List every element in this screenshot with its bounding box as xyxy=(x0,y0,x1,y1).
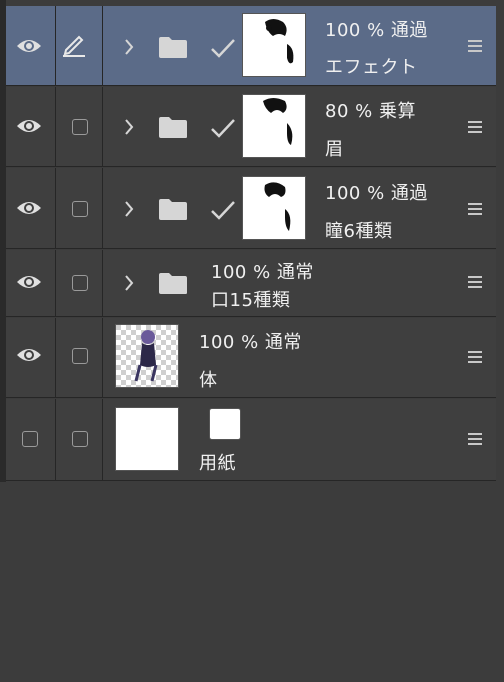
checkmark-icon[interactable] xyxy=(210,200,236,220)
layer-menu-icon[interactable] xyxy=(468,203,482,217)
layer-name[interactable]: エフェクト xyxy=(325,53,418,79)
lock-checkbox[interactable] xyxy=(72,119,88,135)
thumbnail-art xyxy=(265,19,294,64)
layer-opacity-blend: 100 % 通常 xyxy=(199,332,302,353)
layer-menu-icon[interactable] xyxy=(468,276,482,290)
layer-row-effect[interactable]: 100 % 通過 エフェクト xyxy=(6,6,496,86)
column-divider xyxy=(55,399,56,480)
layer-name[interactable]: 体 xyxy=(199,366,218,392)
layer-name[interactable]: 用紙 xyxy=(199,449,236,475)
layer-thumbnail xyxy=(242,94,306,158)
thumbnail-art xyxy=(263,98,293,145)
layer-opacity-blend: 100 % 通過 xyxy=(325,20,428,41)
layer-thumbnail xyxy=(242,176,306,240)
expand-chevron-icon[interactable] xyxy=(122,38,136,56)
layer-row-pupils[interactable]: 100 % 通過 瞳6種類 xyxy=(6,168,496,249)
lock-checkbox[interactable] xyxy=(72,275,88,291)
folder-icon xyxy=(159,273,187,294)
layer-menu-icon[interactable] xyxy=(468,351,482,365)
column-divider xyxy=(102,168,103,248)
eye-icon[interactable] xyxy=(16,37,42,55)
eye-icon[interactable] xyxy=(16,273,42,291)
thumbnail-art xyxy=(116,325,178,387)
column-divider xyxy=(102,87,103,166)
layer-row-body[interactable]: 100 % 通常 体 xyxy=(6,318,496,398)
expand-chevron-icon[interactable] xyxy=(122,200,136,218)
layer-thumbnail xyxy=(115,407,179,471)
thumbnail-art xyxy=(264,182,291,231)
layer-thumbnail xyxy=(242,13,306,77)
column-divider xyxy=(55,318,56,397)
layer-name[interactable]: 眉 xyxy=(325,135,344,161)
visibility-checkbox[interactable] xyxy=(22,431,38,447)
layer-name[interactable]: 瞳6種類 xyxy=(325,217,392,243)
expand-chevron-icon[interactable] xyxy=(122,274,136,292)
column-divider xyxy=(55,6,56,85)
expand-chevron-icon[interactable] xyxy=(122,118,136,136)
folder-icon xyxy=(159,117,187,138)
layer-opacity-blend: 100 % 通過 xyxy=(325,183,428,204)
checkmark-icon[interactable] xyxy=(210,118,236,138)
lock-checkbox[interactable] xyxy=(72,348,88,364)
eye-icon[interactable] xyxy=(16,117,42,135)
layer-opacity-blend: 80 % 乗算 xyxy=(325,101,416,122)
eye-icon[interactable] xyxy=(16,199,42,217)
column-divider xyxy=(55,250,56,316)
column-divider xyxy=(55,87,56,166)
lock-checkbox[interactable] xyxy=(72,201,88,217)
column-divider xyxy=(102,6,103,85)
layer-menu-icon[interactable] xyxy=(468,433,482,447)
folder-icon xyxy=(159,199,187,220)
column-divider xyxy=(55,168,56,248)
layer-menu-icon[interactable] xyxy=(468,40,482,54)
empty-panel-area xyxy=(0,482,504,682)
column-divider xyxy=(102,399,103,480)
column-divider xyxy=(102,250,103,316)
eye-icon[interactable] xyxy=(16,346,42,364)
folder-icon xyxy=(159,37,187,58)
lock-checkbox[interactable] xyxy=(72,431,88,447)
layer-row-paper[interactable]: 用紙 xyxy=(6,399,496,481)
paper-icon xyxy=(209,408,241,440)
layer-thumbnail xyxy=(115,324,179,388)
layer-row-mouth[interactable]: 100 % 通常 口15種類 xyxy=(6,250,496,317)
layer-name[interactable]: 口15種類 xyxy=(211,286,290,312)
layer-menu-icon[interactable] xyxy=(468,121,482,135)
layer-opacity-blend: 100 % 通常 xyxy=(211,262,314,283)
layer-row-eyebrow[interactable]: 80 % 乗算 眉 xyxy=(6,87,496,167)
column-divider xyxy=(102,318,103,397)
pencil-icon[interactable] xyxy=(60,30,88,58)
checkmark-icon[interactable] xyxy=(210,38,236,58)
